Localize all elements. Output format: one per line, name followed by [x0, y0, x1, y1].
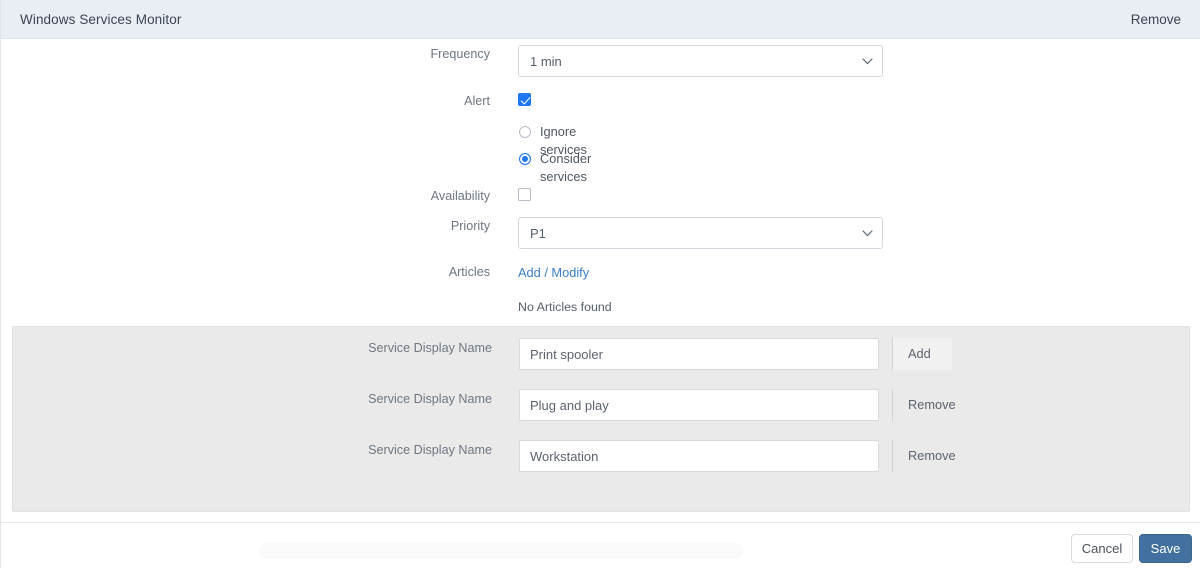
alert-checkbox[interactable]	[518, 93, 531, 106]
articles-empty-note: No Articles found	[518, 300, 612, 314]
background-panel-edge	[259, 543, 743, 559]
chevron-down-icon	[862, 58, 873, 67]
frequency-value: 1 min	[530, 54, 562, 69]
service-display-name-input[interactable]: Plug and play	[519, 389, 879, 421]
radio-consider-services-label: Consider services	[540, 151, 592, 184]
footer-divider	[1, 522, 1200, 523]
service-display-name-label: Service Display Name	[368, 341, 492, 355]
service-row: Service Display Name Plug and play Remov…	[13, 389, 1191, 421]
remove-monitor-button[interactable]: Remove	[1131, 12, 1181, 27]
articles-label: Articles	[448, 265, 490, 279]
add-service-button[interactable]: Add	[892, 338, 952, 370]
cancel-button-label: Cancel	[1081, 541, 1123, 556]
window-titlebar: Windows Services Monitor Remove	[1, 0, 1200, 39]
articles-add-modify-link[interactable]: Add / Modify	[518, 265, 589, 280]
alert-label: Alert	[464, 94, 490, 108]
monitor-config-page: Windows Services Monitor Remove Frequenc…	[0, 0, 1200, 568]
service-display-name-input[interactable]: Print spooler	[519, 338, 879, 370]
priority-select[interactable]: P1	[518, 217, 883, 249]
service-display-name-value: Print spooler	[530, 347, 603, 362]
chevron-down-icon	[862, 230, 873, 239]
radio-indicator	[519, 153, 531, 165]
service-display-name-value: Workstation	[530, 449, 599, 464]
save-button-label: Save	[1150, 541, 1181, 556]
remove-service-button[interactable]: Remove	[892, 440, 956, 472]
service-display-name-input[interactable]: Workstation	[519, 440, 879, 472]
add-service-label: Add	[908, 346, 931, 361]
priority-value: P1	[530, 226, 546, 241]
services-panel: Service Display Name Print spooler Add S…	[12, 326, 1190, 512]
service-display-name-value: Plug and play	[530, 398, 609, 413]
remove-service-label: Remove	[908, 448, 956, 463]
availability-checkbox[interactable]	[518, 188, 531, 201]
save-button[interactable]: Save	[1139, 534, 1192, 563]
service-display-name-label: Service Display Name	[368, 443, 492, 457]
priority-label: Priority	[450, 219, 490, 233]
service-row: Service Display Name Print spooler Add	[13, 338, 1191, 370]
service-display-name-label: Service Display Name	[368, 392, 492, 406]
frequency-label: Frequency	[430, 47, 490, 61]
radio-indicator	[519, 126, 531, 138]
service-row: Service Display Name Workstation Remove	[13, 440, 1191, 472]
page-title: Windows Services Monitor	[20, 12, 182, 27]
frequency-select[interactable]: 1 min	[518, 45, 883, 77]
remove-service-button[interactable]: Remove	[892, 389, 956, 421]
availability-label: Availability	[430, 189, 490, 203]
remove-service-label: Remove	[908, 397, 956, 412]
cancel-button[interactable]: Cancel	[1071, 534, 1133, 563]
